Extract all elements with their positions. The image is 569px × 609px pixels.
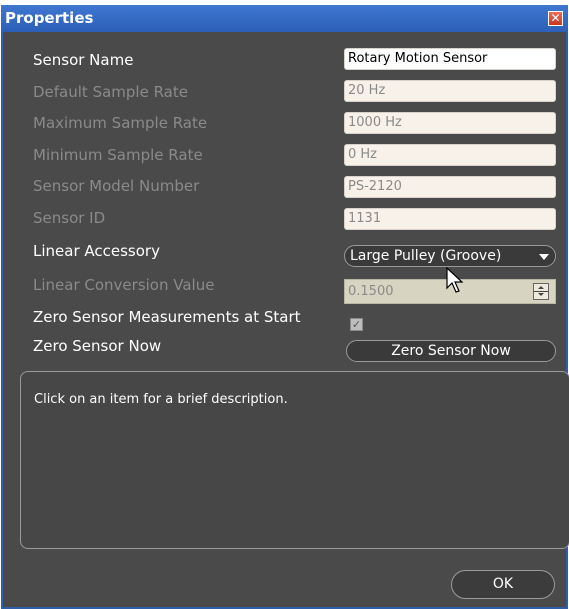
label-linear-conversion-value: Linear Conversion Value	[33, 276, 215, 294]
label-zero-at-start: Zero Sensor Measurements at Start	[33, 308, 301, 326]
window-title: Properties	[5, 9, 94, 27]
label-sensor-id: Sensor ID	[33, 209, 106, 227]
linear-conversion-value: 0.1500	[348, 284, 394, 299]
label-linear-accessory: Linear Accessory	[33, 242, 160, 260]
minimum-sample-rate-field: 0 Hz	[344, 144, 556, 166]
linear-accessory-dropdown[interactable]: Large Pulley (Groove)	[344, 245, 556, 267]
ok-button[interactable]: OK	[451, 570, 555, 599]
description-panel: Click on an item for a brief description…	[20, 371, 569, 549]
label-minimum-sample-rate: Minimum Sample Rate	[33, 146, 203, 164]
sensor-id-field: 1131	[344, 208, 556, 230]
spinner-arrows-icon[interactable]	[533, 283, 549, 300]
label-zero-sensor-now: Zero Sensor Now	[33, 337, 162, 355]
label-maximum-sample-rate: Maximum Sample Rate	[33, 114, 208, 132]
mouse-cursor-icon	[446, 267, 464, 293]
sensor-name-field[interactable]: Rotary Motion Sensor	[344, 48, 556, 70]
zero-sensor-now-button[interactable]: Zero Sensor Now	[346, 340, 556, 362]
default-sample-rate-field: 20 Hz	[344, 80, 556, 102]
linear-accessory-value: Large Pulley (Groove)	[350, 248, 502, 264]
sensor-model-number-field: PS-2120	[344, 176, 556, 198]
label-sensor-model-number: Sensor Model Number	[33, 177, 200, 195]
close-icon[interactable]: ✕	[548, 11, 563, 26]
zero-at-start-checkbox[interactable]: ✓	[350, 318, 363, 331]
label-sensor-name: Sensor Name	[33, 51, 134, 69]
maximum-sample-rate-field: 1000 Hz	[344, 112, 556, 134]
properties-dialog: Properties ✕ Sensor Name Default Sample …	[1, 5, 569, 609]
title-bar: Properties ✕	[1, 5, 568, 32]
label-default-sample-rate: Default Sample Rate	[33, 83, 188, 101]
chevron-down-icon	[539, 254, 549, 260]
description-text: Click on an item for a brief description…	[34, 392, 288, 407]
